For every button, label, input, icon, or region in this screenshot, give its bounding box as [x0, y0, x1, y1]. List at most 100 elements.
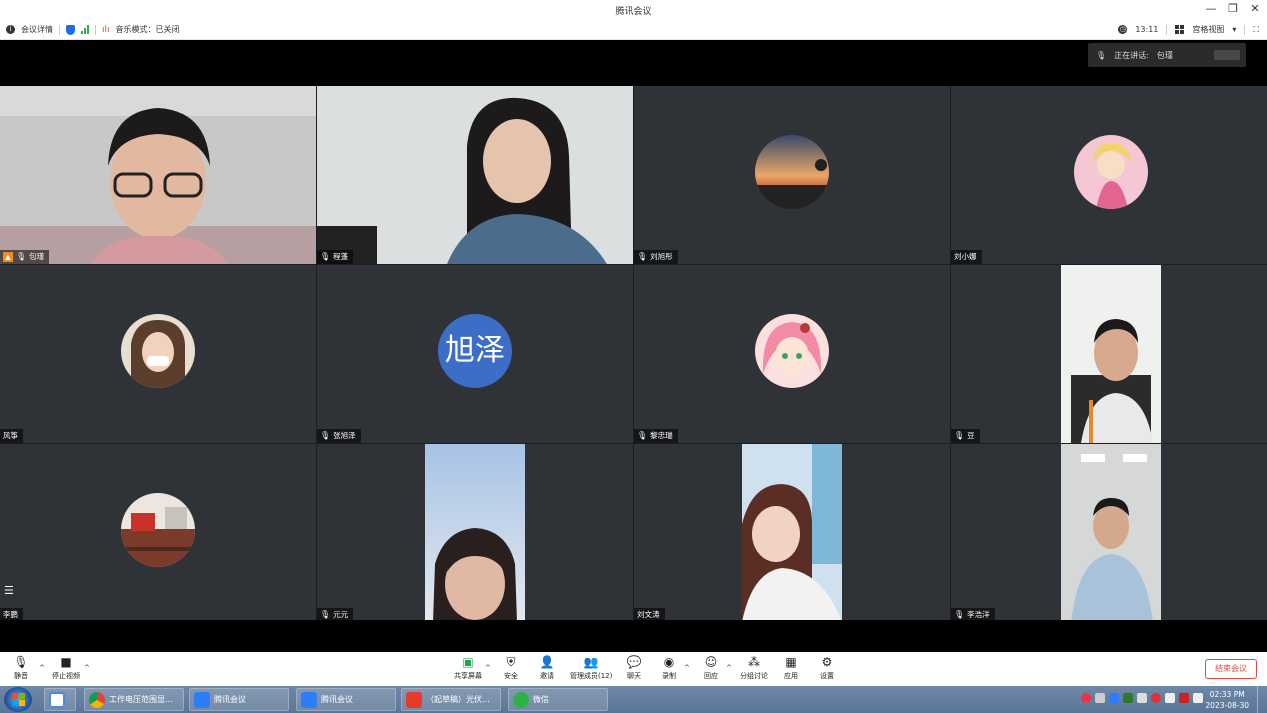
system-tray [1081, 693, 1203, 703]
taskbar-item-chrome[interactable]: 工作电压范围显... [84, 688, 184, 711]
network-icon[interactable] [1165, 693, 1175, 703]
mute-button[interactable]: 🎙 静音 [13, 655, 28, 681]
tray-app-icon[interactable] [1095, 693, 1105, 703]
taskbar-item-wechat[interactable]: 微信 [508, 688, 608, 711]
participant-tile[interactable]: 🎙 李浩洋 [951, 444, 1267, 622]
show-desktop-button[interactable] [1257, 686, 1267, 713]
participant-name: 刘旭彤 [650, 252, 673, 261]
participant-name-tag: 🎙 豆 [951, 429, 980, 443]
chevron-up-icon[interactable]: ^ [684, 664, 690, 672]
participant-name-tag: 🎙 刘旭彤 [634, 250, 678, 264]
tray-meeting-icon[interactable] [1109, 693, 1119, 703]
tencent-meeting-icon [301, 691, 317, 708]
participant-tile[interactable]: 🎙 黎忠瑞 [634, 265, 950, 443]
chevron-up-icon[interactable]: ^ [39, 664, 45, 672]
list-icon[interactable]: ☰ [4, 584, 20, 598]
invite-button[interactable]: 👤 邀请 [539, 655, 555, 681]
title-bar: 腾讯会议 — ❐ ✕ [0, 0, 1267, 20]
minimize-button[interactable]: — [1205, 2, 1217, 15]
breakout-icon: ⁂ [748, 655, 760, 669]
participant-avatar [1073, 135, 1148, 209]
share-screen-label: 共享屏幕 [454, 672, 482, 680]
taskbar-pinned-app[interactable] [44, 688, 76, 711]
meeting-info-button[interactable]: 会议详情 [21, 24, 53, 35]
music-mode-status[interactable]: 音乐模式：已关闭 [116, 24, 180, 35]
participant-tile[interactable]: 旭泽 🎙 张旭泽 [317, 265, 633, 443]
tray-app-icon[interactable] [1151, 693, 1161, 703]
breakout-rooms-button[interactable]: ⁂ 分组讨论 [740, 655, 768, 681]
divider [1166, 24, 1168, 35]
network-signal-icon[interactable] [81, 25, 89, 34]
participant-tile[interactable]: 刘文涛 [634, 444, 950, 622]
taskbar-item-tencent-meeting[interactable]: 腾讯会议 [189, 688, 289, 711]
grid-view-icon [1175, 25, 1185, 34]
clock-date: 2023-08-30 [1205, 701, 1249, 710]
microphone-muted-icon: 🎙 [320, 431, 331, 440]
participant-tile[interactable]: ☰ 李鹏 [0, 444, 316, 622]
apps-button[interactable]: ▦ 应用 [784, 655, 798, 681]
close-button[interactable]: ✕ [1249, 2, 1261, 15]
reactions-button[interactable]: ☺ 回应 [704, 655, 718, 681]
chevron-up-icon[interactable]: ^ [485, 664, 491, 672]
meeting-toolbar: 🎙 静音 ^ ■ 停止视频 ^ ▣ 共享屏幕 ^ ⛨ 安全 👤 邀请 👥 管理成… [0, 652, 1267, 686]
participant-avatar [121, 314, 195, 388]
fullscreen-icon[interactable]: ⛶ [1253, 25, 1259, 35]
volume-icon[interactable] [1193, 693, 1203, 703]
stop-video-label: 停止视频 [52, 672, 80, 680]
record-button[interactable]: ◉ 录制 [662, 655, 676, 681]
participant-tile[interactable]: 刘小娜 [951, 86, 1267, 264]
add-user-icon: 👤 [539, 655, 555, 669]
participant-tile[interactable]: 🎙 程蓬 [317, 86, 633, 264]
window-controls: — ❐ ✕ [1205, 2, 1261, 15]
taskbar-clock[interactable]: 02:33 PM 2023-08-30 [1205, 689, 1249, 711]
divider [59, 24, 60, 35]
tray-app-icon[interactable] [1081, 693, 1091, 703]
speaking-name: 包瑾 [1156, 50, 1173, 60]
taskbar-item-label: 工作电压范围显... [109, 695, 173, 704]
participant-tile[interactable]: 🎙 豆 [951, 265, 1267, 443]
wechat-icon [513, 691, 529, 708]
chat-label: 聊天 [627, 672, 641, 680]
participant-video [1060, 444, 1161, 622]
settings-button[interactable]: ⚙ 设置 [820, 655, 834, 681]
participant-tile[interactable]: 风筝 [0, 265, 316, 443]
security-shield-icon[interactable] [66, 24, 75, 35]
participant-video [0, 86, 316, 264]
chat-icon: 💬 [626, 655, 642, 669]
share-screen-button[interactable]: ▣ 共享屏幕 [454, 655, 482, 681]
participant-name-tag: 刘小娜 [951, 250, 982, 264]
stop-video-button[interactable]: ■ 停止视频 [52, 655, 80, 681]
taskbar-item-tencent-meeting[interactable]: 腾讯会议 [296, 688, 396, 711]
apps-grid-icon: ▦ [785, 655, 797, 669]
manage-members-button[interactable]: 👥 管理成员(12) [570, 655, 612, 681]
participant-tile[interactable]: 🎙 刘旭彤 [634, 86, 950, 264]
chevron-up-icon[interactable]: ^ [84, 664, 90, 672]
chevron-up-icon[interactable]: ^ [726, 664, 732, 672]
tray-app-icon[interactable] [1179, 693, 1189, 703]
microphone-icon: 🎙 [1096, 50, 1107, 60]
taskbar-item-wps[interactable]: （起草稿）光伏... [401, 688, 501, 711]
chevron-down-icon[interactable]: ▾ [1232, 25, 1236, 34]
participant-video [742, 444, 842, 622]
start-button[interactable] [4, 687, 32, 712]
chat-button[interactable]: 💬 聊天 [626, 655, 642, 681]
participant-name-tag: ▲ 🎙 包瑾 [0, 250, 50, 264]
security-button[interactable]: ⛨ 安全 [504, 655, 518, 681]
participant-avatar [755, 135, 829, 209]
tray-app-icon[interactable] [1123, 693, 1133, 703]
taskbar-item-label: 微信 [533, 695, 549, 704]
record-icon: ◉ [663, 655, 675, 669]
speaking-indicator: 🎙 正在讲话: 包瑾 [1088, 43, 1246, 67]
tray-app-icon[interactable] [1137, 693, 1147, 703]
divider [1244, 24, 1246, 35]
end-meeting-button[interactable]: 结束会议 [1205, 659, 1257, 679]
view-mode-button[interactable]: 宫格视图 [1192, 24, 1224, 35]
taskbar-item-label: （起草稿）光伏... [426, 695, 490, 704]
participant-avatar [121, 493, 195, 567]
restore-button[interactable]: ❐ [1227, 2, 1239, 15]
info-icon: i [6, 25, 15, 34]
participant-tile[interactable]: 🎙 元元 [317, 444, 633, 622]
participant-tile[interactable]: ▲ 🎙 包瑾 [0, 86, 316, 264]
app-icon [49, 691, 65, 708]
microphone-icon: 🎙 [16, 252, 27, 261]
